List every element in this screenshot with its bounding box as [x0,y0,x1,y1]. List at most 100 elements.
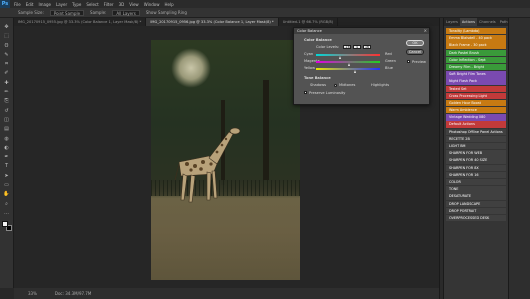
healing-tool-icon[interactable]: ✚ [2,80,11,87]
action-set-item[interactable]: Tested Set [446,85,506,92]
action-set-item[interactable]: LIGHT BM [446,143,506,150]
action-set-item[interactable]: Golden Hour Boost [446,99,506,107]
highlights-label: Highlights [371,83,390,87]
menu-select[interactable]: Select [86,2,98,7]
slider-thumb[interactable] [348,63,351,66]
foreground-color-swatch[interactable] [1,221,8,228]
ok-button[interactable]: OK [406,40,424,46]
status-bar: 33% Doc: 34.3M/97.7M [14,288,439,299]
action-set-item[interactable]: DROP LANDSCAPE [446,200,506,207]
menu-edit[interactable]: Edit [26,2,34,7]
tab-document-1[interactable]: IMG_20170915_0955.jpg @ 33.3% (Color Bal… [14,18,147,26]
blur-tool-icon[interactable]: ◍ [2,136,11,143]
action-set-item[interactable]: OVERPROCESSED DESK [446,214,506,222]
magenta-green-slider[interactable] [316,61,380,66]
yellow-blue-slider[interactable] [316,68,380,73]
more-tool-icon[interactable]: … [2,210,11,217]
zoom-level[interactable]: 33% [28,291,37,296]
menu-image[interactable]: Image [38,2,51,7]
tab-actions[interactable]: Actions [459,18,478,26]
menu-type[interactable]: Type [72,2,81,7]
action-set-item[interactable]: Photoshop Offline Panel Actions [446,128,506,136]
action-set-item[interactable]: Soft Bright Film Tones [446,71,506,78]
move-tool-icon[interactable]: ✥ [2,24,11,31]
action-set-item[interactable]: Night Flash Pack [446,78,506,85]
tab-layers[interactable]: Layers [444,18,460,26]
level-cyan-red-field[interactable]: -16 [343,44,351,49]
action-set-item[interactable]: Black Frame - 30 pack [446,42,506,49]
blue-label: Blue [385,66,393,70]
pen-tool-icon[interactable]: ✒ [2,154,11,161]
action-set-item[interactable]: SHARPEN FOR WEB [446,150,506,157]
tab-document-3[interactable]: Untitled-1 @ 66.7% (RGB/8) [279,18,339,26]
path-select-tool-icon[interactable]: ➤ [2,173,11,180]
action-set-item[interactable]: Dark Pastel Brush [446,49,506,56]
sampling-ring-option[interactable]: Show Sampling Ring [146,10,187,15]
color-swatches[interactable] [1,221,12,232]
cancel-button[interactable]: Cancel [406,49,424,55]
sample-size-label: Sample Size: [18,10,44,15]
sample-size-select[interactable]: Point Sample [49,9,85,16]
zoom-tool-icon[interactable]: ⌕ [2,201,11,208]
preview-checkbox[interactable] [407,60,410,63]
menu-file[interactable]: File [14,2,21,7]
action-set-item[interactable]: TONE [446,186,506,193]
action-set-item[interactable]: Default Actions [446,121,506,128]
clone-tool-icon[interactable]: ⎘ [2,98,11,105]
action-set-item[interactable]: SHARPEN FOR 40 SIZE [446,157,506,164]
green-label: Green [385,59,396,63]
red-label: Red [385,52,392,56]
dodge-tool-icon[interactable]: ◐ [2,145,11,152]
action-set-item[interactable]: RECETTE 2B [446,135,506,143]
app-logo: Ps [0,0,10,8]
level-yellow-blue-field[interactable]: 16 [363,44,371,49]
menu-help[interactable]: Help [164,2,173,7]
action-set-item[interactable]: Color Inflection - Sept [446,56,506,64]
yellow-label: Yellow [304,66,316,70]
level-magenta-green-field[interactable]: 4 [353,44,361,49]
menu-view[interactable]: View [129,2,139,7]
action-set-item[interactable]: Dreamy Film - Bright [446,63,506,71]
marquee-tool-icon[interactable]: ⬚ [2,33,11,40]
midtones-radio[interactable] [334,83,338,87]
preserve-luminosity-label: Preserve Luminosity [309,90,346,95]
close-icon[interactable]: × [424,28,427,34]
photoshop-window: Ps File Edit Image Layer Type Select Fil… [0,0,530,299]
eraser-tool-icon[interactable]: ◫ [2,117,11,124]
crop-tool-icon[interactable]: ⌗ [2,61,11,68]
action-set-item[interactable]: Emma Blaisdell - 40 pack [446,35,506,42]
action-set-item[interactable]: Tonality (Lambda) [446,28,506,35]
menu-bar: Ps File Edit Image Layer Type Select Fil… [0,0,530,8]
color-levels-label: Color Levels: [316,45,340,49]
tab-document-2[interactable]: IMG_20170915_0956.jpg @ 33.3% (Color Bal… [146,18,279,26]
menu-3d[interactable]: 3D [119,2,125,7]
slider-thumb[interactable] [338,56,341,59]
menu-filter[interactable]: Filter [104,2,114,7]
action-set-item[interactable]: DESATURATE [446,193,506,200]
slider-thumb[interactable] [354,70,357,73]
action-set-item[interactable]: Vintage Wedding 080 [446,114,506,121]
cyan-red-slider[interactable] [316,54,380,59]
history-brush-tool-icon[interactable]: ↺ [2,108,11,115]
gradient-tool-icon[interactable]: ▤ [2,126,11,133]
giraffe-figure [174,127,241,203]
eyedropper-tool-icon[interactable]: ✐ [2,70,11,77]
menu-layer[interactable]: Layer [56,2,67,7]
sample-select[interactable]: All Layers [112,9,140,16]
quick-select-tool-icon[interactable]: ✎ [2,52,11,59]
shape-tool-icon[interactable]: ▭ [2,182,11,189]
action-set-item[interactable]: SHARPEN FOR 16 [446,171,506,179]
lasso-tool-icon[interactable]: ʘ [2,43,11,50]
action-set-item[interactable]: Warm Ambience [446,107,506,114]
tab-channels[interactable]: Channels [477,18,498,26]
action-set-item[interactable]: SHARPEN FOR 8X [446,164,506,171]
brush-tool-icon[interactable]: ✏ [2,89,11,96]
action-set-item[interactable]: COLOR [446,178,506,186]
action-set-item[interactable]: DROP PORTRAIT [446,207,506,215]
action-set-item[interactable]: Cross Processing Light [446,92,506,100]
type-tool-icon[interactable]: T [2,163,11,170]
menu-window[interactable]: Window [144,2,160,7]
giraffe-photo[interactable] [151,40,300,280]
preserve-luminosity-checkbox[interactable] [304,91,307,94]
hand-tool-icon[interactable]: ✋ [2,191,11,198]
